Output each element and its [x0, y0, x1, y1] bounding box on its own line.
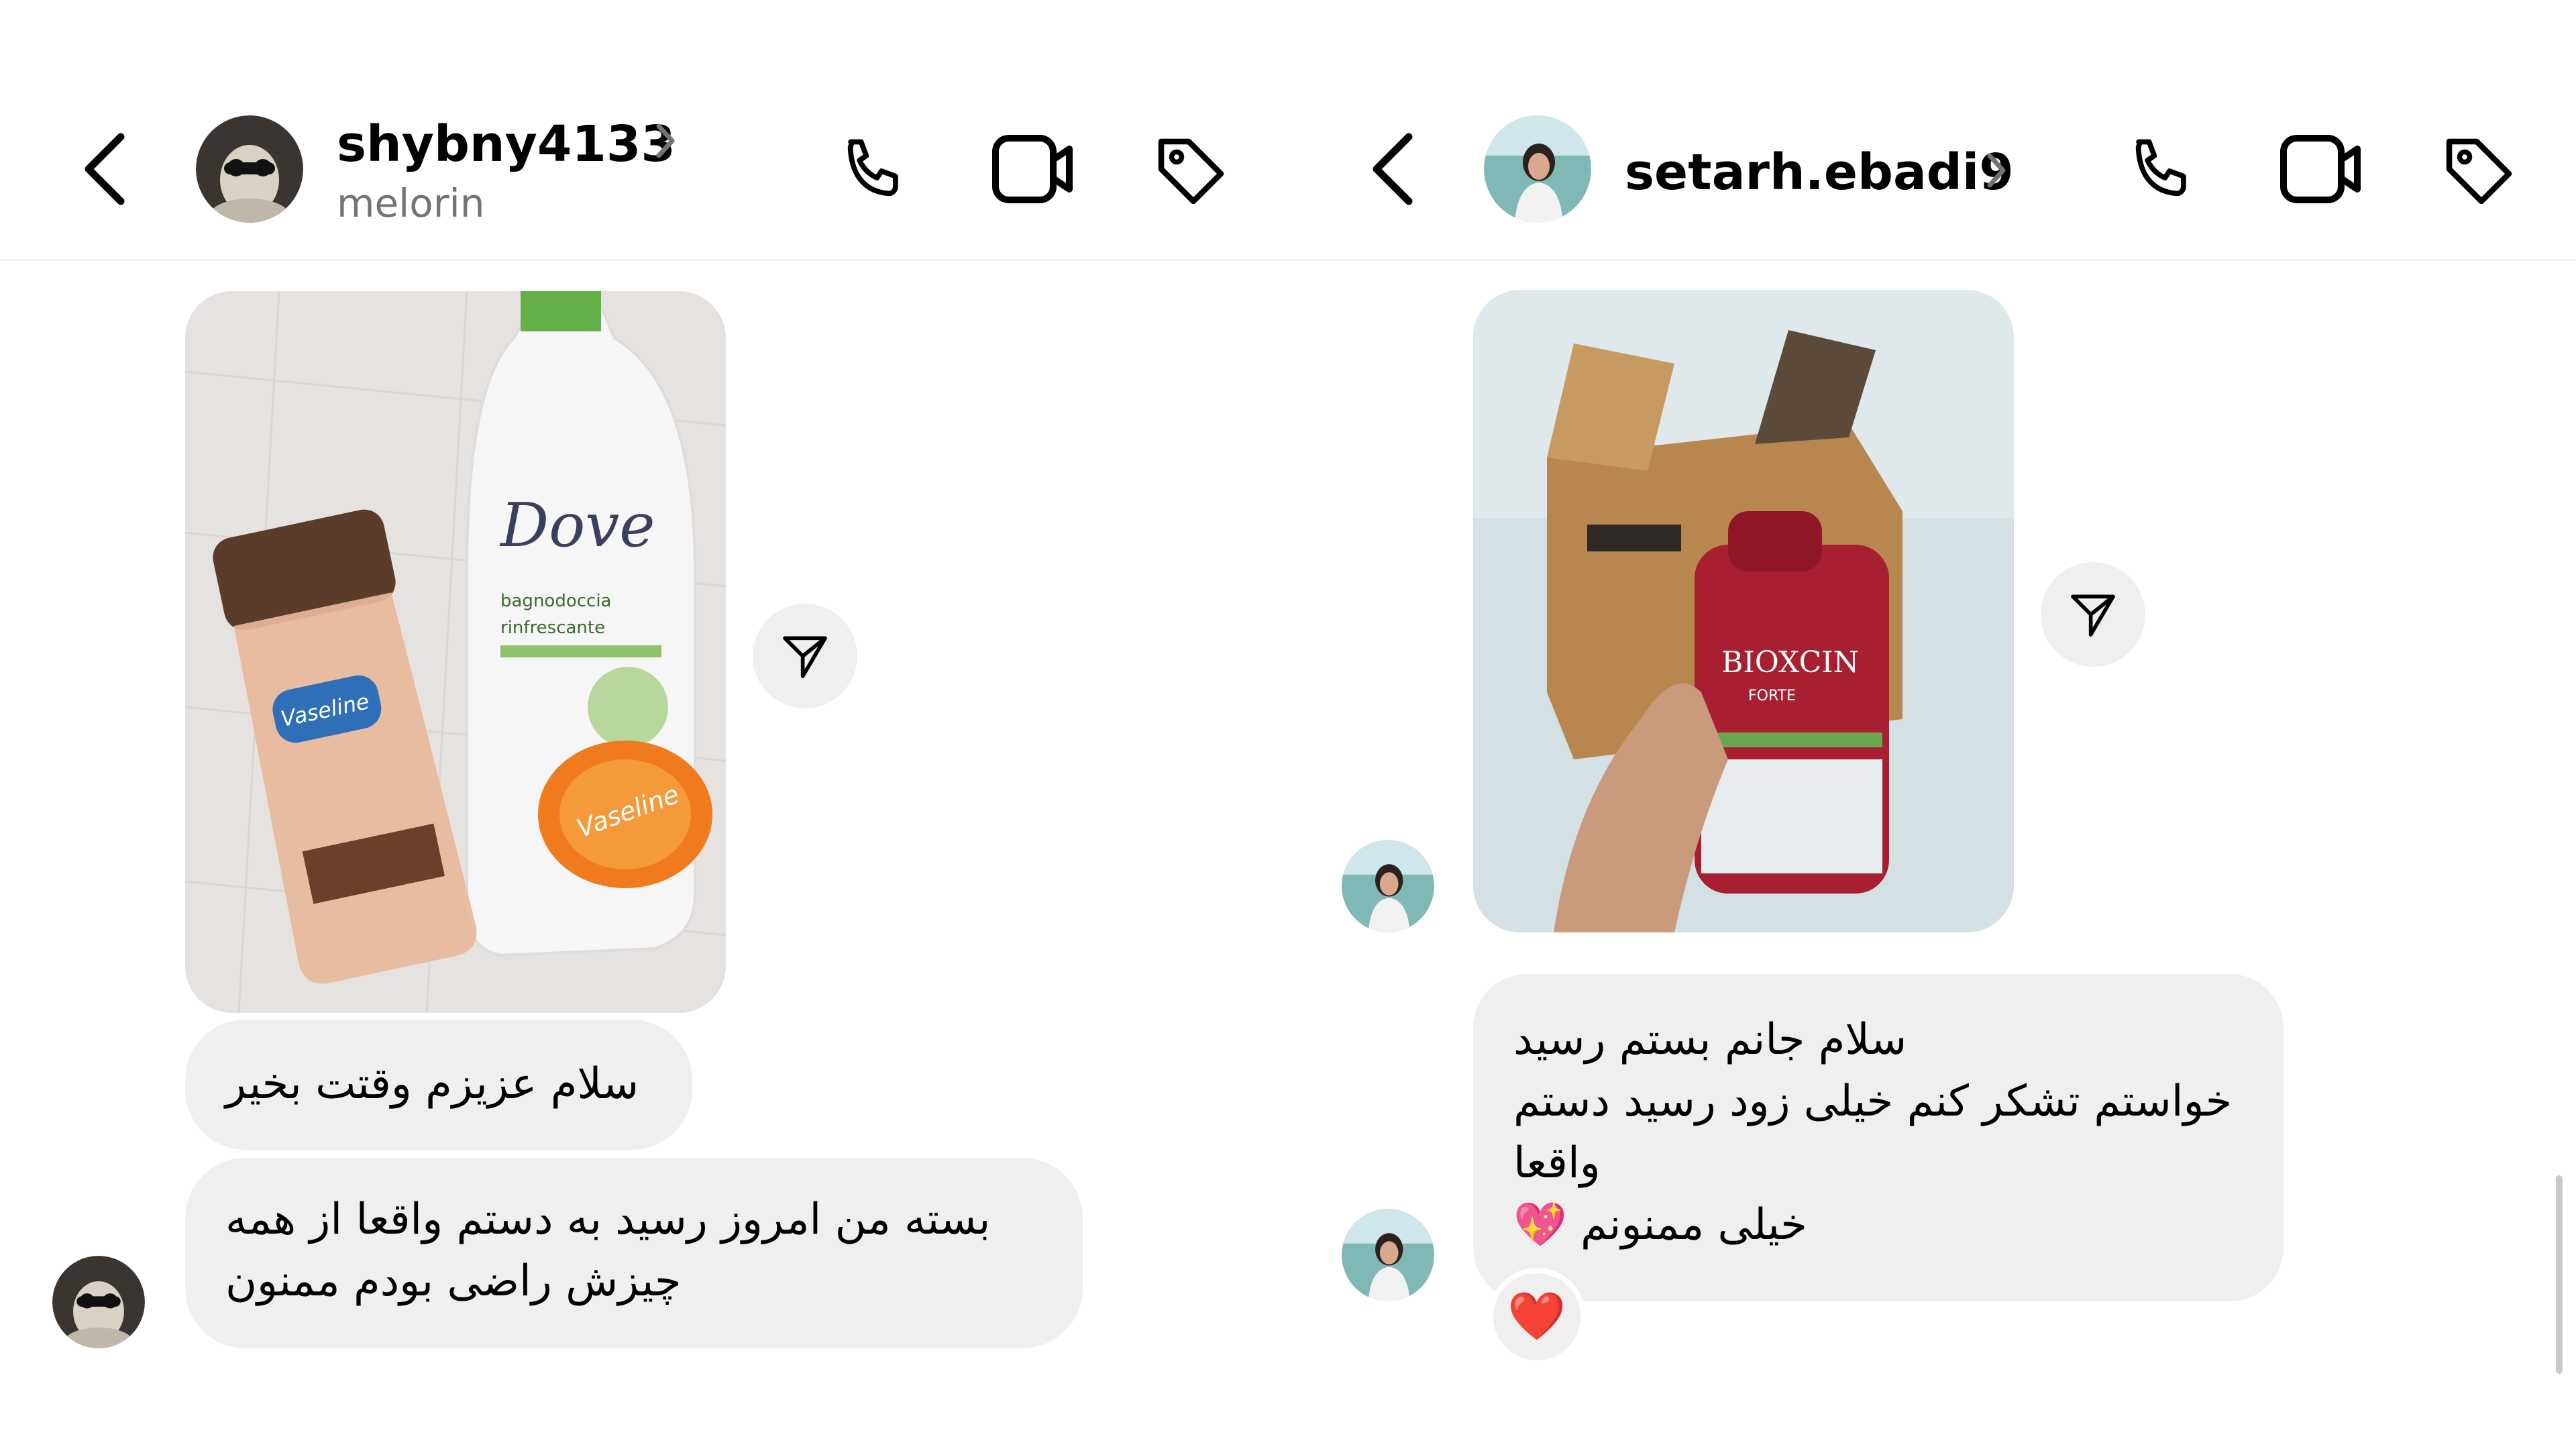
message-bubble[interactable]: سلام عزیزم وقتت بخیر [185, 1020, 692, 1150]
chat-header: shybny4133 melorin [0, 0, 1288, 261]
message-text: سلام جانم بستم رسید [1513, 1015, 1907, 1065]
avatar[interactable] [196, 115, 303, 223]
subtitle: melorin [337, 180, 485, 226]
chat-header: setarh.ebadi9 [1288, 0, 2576, 261]
message-text: چیزش راضی بودم ممنون [225, 1256, 682, 1306]
product-photo[interactable]: BIOXCIN FORTE [1473, 290, 2014, 932]
avatar[interactable] [52, 1256, 145, 1348]
message-text: بسته من امروز رسید به دستم واقعا از همه [225, 1195, 991, 1244]
chevron-right-icon[interactable] [1986, 152, 2008, 189]
phone-icon[interactable] [2123, 131, 2200, 209]
tag-icon[interactable] [2439, 131, 2520, 212]
message-bubble[interactable]: بسته من امروز رسید به دستم واقعا از همه … [185, 1158, 1083, 1348]
chevron-right-icon[interactable] [655, 122, 678, 160]
username[interactable]: shybny4133 [337, 119, 676, 169]
right-chat-panel: setarh.ebadi9 BIOXCIN FORTE سلام جانم بس… [1288, 0, 2576, 1453]
left-chat-panel: shybny4133 melorin Dove bagnodoccia rinf… [0, 0, 1288, 1453]
svg-text:BIOXCIN: BIOXCIN [1721, 645, 1859, 680]
phone-icon[interactable] [835, 131, 912, 209]
svg-text:rinfrescante: rinfrescante [500, 618, 605, 638]
avatar[interactable] [1342, 1209, 1434, 1301]
video-camera-icon[interactable] [991, 131, 1075, 207]
username[interactable]: setarh.ebadi9 [1625, 148, 2014, 197]
message-text: واقعا [1513, 1138, 1601, 1188]
svg-text:bagnodoccia: bagnodoccia [500, 591, 611, 611]
tag-icon[interactable] [1151, 131, 1232, 212]
avatar[interactable] [1342, 840, 1434, 932]
svg-text:Dove: Dove [499, 490, 655, 561]
message-text: خواستم تشکر کنم خیلی زود رسید دستم [1513, 1077, 2233, 1126]
back-chevron-icon[interactable] [79, 131, 133, 207]
svg-text:FORTE: FORTE [1748, 688, 1796, 704]
heart-reaction-icon[interactable]: ❤️ [1488, 1268, 1586, 1366]
message-bubble[interactable]: سلام جانم بستم رسید خواستم تشکر کنم خیلی… [1473, 974, 2284, 1301]
message-text: سلام عزیزم وقتت بخیر [225, 1059, 639, 1109]
product-photo[interactable]: Dove bagnodoccia rinfrescante Vaseline V… [185, 291, 726, 1013]
video-camera-icon[interactable] [2279, 131, 2363, 207]
message-text: خیلی ممنونم 💖 [1513, 1200, 1807, 1250]
scrollbar[interactable] [2556, 1175, 2563, 1374]
avatar[interactable] [1484, 115, 1591, 223]
share-button[interactable] [753, 604, 857, 708]
back-chevron-icon[interactable] [1367, 131, 1421, 207]
share-button[interactable] [2041, 562, 2145, 667]
